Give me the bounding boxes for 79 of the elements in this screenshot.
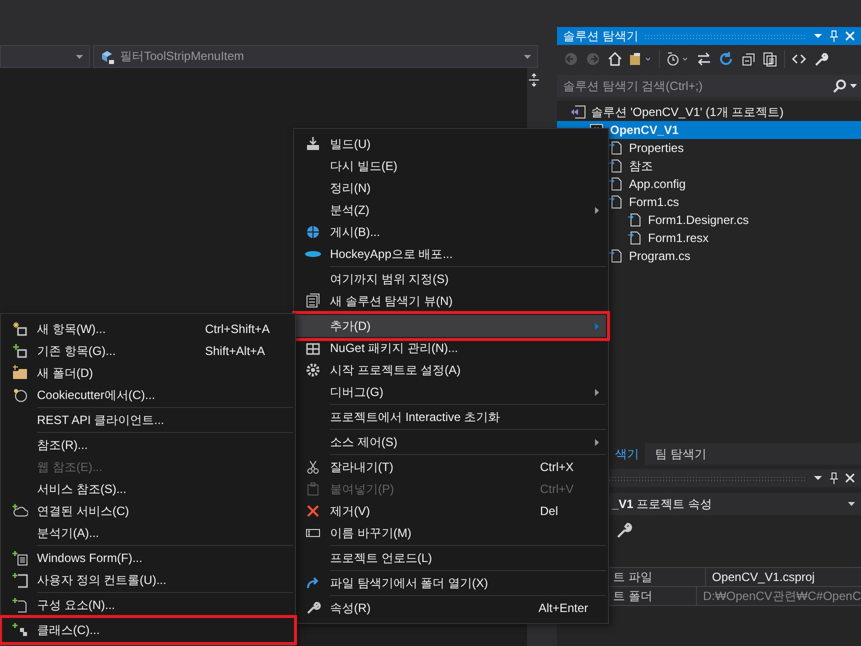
file-icon	[608, 158, 624, 174]
menu-item[interactable]: 서비스 참조(S)...	[3, 478, 293, 500]
menu-item[interactable]: 클래스(C)...	[3, 619, 293, 641]
file-icon	[608, 194, 624, 210]
menu-item[interactable]: 연결된 서비스(C)	[3, 500, 293, 522]
property-value: OpenCV_V1.csproj	[711, 570, 815, 584]
caret-icon	[76, 54, 83, 58]
wrench-icon[interactable]	[813, 51, 829, 67]
file-icon	[608, 248, 624, 264]
menu-item[interactable]: 디버그(G)	[296, 381, 606, 403]
menu-item[interactable]: 새 항목(W)... Ctrl+Shift+A	[3, 318, 293, 340]
settings-icon	[305, 362, 321, 378]
menu-item[interactable]: 프로젝트에서 Interactive 초기화	[296, 406, 606, 428]
property-value: D:₩OpenCV관련₩C#OpenC	[702, 588, 861, 604]
folder-icon	[12, 365, 28, 381]
scissors-icon	[305, 459, 321, 475]
caret-icon	[524, 54, 531, 58]
menu-item[interactable]: 분석기(A)...	[3, 522, 293, 544]
dropdown-icon[interactable]	[813, 473, 823, 483]
search-options-button[interactable]	[829, 75, 861, 97]
menu-item[interactable]: Windows Form(F)...	[3, 547, 293, 569]
collapse-all-icon[interactable]	[740, 51, 756, 67]
panel-tab[interactable]: 팀 탐색기	[649, 443, 712, 465]
menu-item[interactable]: 새 솔루션 탐색기 뷰(N)	[296, 290, 606, 312]
redo-arrow-icon	[305, 575, 321, 591]
caret-icon	[848, 502, 855, 506]
copy-icon[interactable]	[762, 51, 778, 67]
tree-item[interactable]: OpenCV_V1	[557, 121, 861, 139]
split-icon[interactable]	[527, 72, 541, 88]
dropdown-icon[interactable]	[813, 31, 823, 41]
close-icon[interactable]	[845, 473, 855, 483]
refresh-icon[interactable]	[718, 51, 734, 67]
member-dropdown[interactable]: 필터ToolStripMenuItem	[93, 45, 538, 68]
menu-item[interactable]: 기존 항목(G)... Shift+Alt+A	[3, 340, 293, 362]
home-icon[interactable]	[607, 51, 623, 67]
cloud-add-icon	[12, 503, 28, 519]
wrench-icon[interactable]	[615, 521, 633, 539]
menu-item[interactable]: 구성 요소(N)...	[3, 594, 293, 616]
search-icon[interactable]	[833, 79, 847, 93]
file-icon	[608, 176, 624, 192]
menu-item[interactable]: 잘라내기(T) Ctrl+X	[296, 456, 606, 478]
menu-item[interactable]: 프로젝트 언로드(L)	[296, 547, 606, 569]
menu-item[interactable]: 소스 제어(S)	[296, 431, 606, 453]
file-icon	[627, 230, 643, 246]
swap-arrows-icon[interactable]	[696, 51, 712, 67]
caret-icon	[850, 84, 857, 88]
menu-item[interactable]: NuGet 패키지 관리(N)...	[296, 337, 606, 359]
pin-icon[interactable]	[829, 472, 839, 484]
tree-item[interactable]: 솔루션 'OpenCV_V1' (1개 프로젝트)	[557, 103, 861, 121]
build-icon	[305, 136, 321, 152]
globe-icon	[305, 224, 321, 240]
solution-icon	[570, 104, 586, 120]
panel-title: 솔루션 탐색기	[563, 28, 638, 44]
disc-icon	[305, 251, 321, 257]
file-icon	[608, 140, 624, 156]
menu-item[interactable]: 여기까지 범위 지정(S)	[296, 268, 606, 290]
menu-item[interactable]: 이름 바꾸기(M)	[296, 522, 606, 544]
control-add-icon	[12, 572, 28, 588]
component-add-icon	[12, 597, 28, 613]
search-field[interactable]: 솔루션 탐색기 검색(Ctrl+;)	[557, 75, 829, 97]
menu-item[interactable]: 사용자 정의 컨트롤(U)...	[3, 569, 293, 591]
window-stack-icon	[305, 293, 321, 309]
class-add-icon	[12, 622, 28, 638]
form-add-icon	[12, 550, 28, 566]
close-icon	[305, 503, 321, 519]
menu-item[interactable]: 참조(R)...	[3, 434, 293, 456]
menu-item[interactable]: 새 폴더(D)	[3, 362, 293, 384]
menu-item[interactable]: REST API 클라이언트...	[3, 409, 293, 431]
wrench-icon	[305, 600, 321, 616]
add-item-icon	[12, 343, 28, 359]
menu-item[interactable]: Cookiecutter에서(C)...	[3, 384, 293, 406]
clipboard-icon	[305, 481, 321, 497]
file-icon	[627, 212, 643, 228]
menu-item[interactable]: 시작 프로젝트로 설정(A)	[296, 359, 606, 381]
panel-tab[interactable]: 색기	[609, 443, 645, 465]
menu-item[interactable]: 추가(D)	[296, 315, 606, 337]
new-item-icon	[12, 321, 28, 337]
locked-field-icon	[100, 48, 116, 64]
history-icon[interactable]	[666, 51, 690, 67]
